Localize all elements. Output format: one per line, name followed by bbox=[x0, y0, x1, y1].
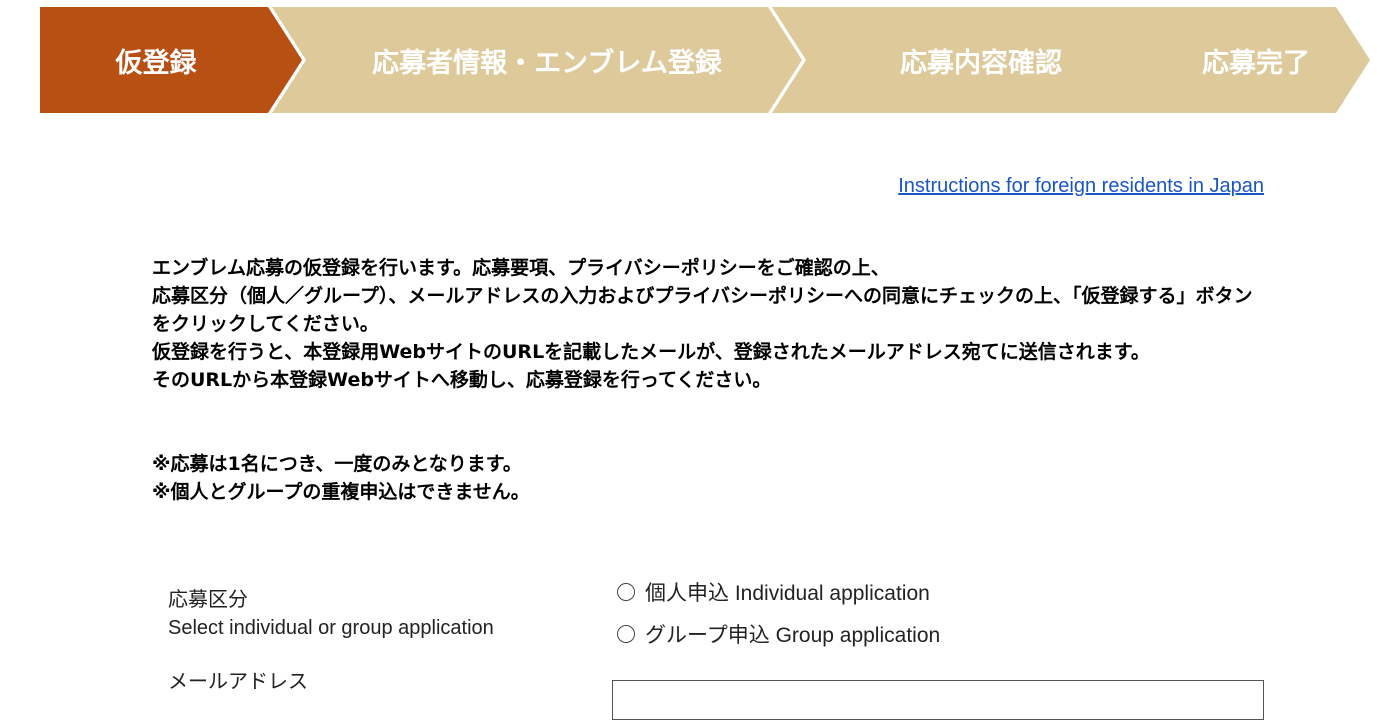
note-line: ※応募は1名につき、一度のみとなります。 bbox=[152, 453, 522, 475]
radio-group[interactable]: グループ申込 Group application bbox=[617, 619, 940, 649]
step-label: 応募内容確認 bbox=[900, 47, 1062, 79]
foreign-residents-link[interactable]: Instructions for foreign residents in Ja… bbox=[898, 175, 1264, 198]
step-label: 応募完了 bbox=[1202, 47, 1310, 79]
progress-steps: 仮登録 応募者情報・エンブレム登録 応募内容確認 応募完了 bbox=[40, 7, 1370, 113]
intro-line: 応募区分（個人／グループ）、メールアドレスの入力およびプライバシーポリシーへの同… bbox=[152, 285, 1253, 335]
radio-button[interactable] bbox=[617, 583, 635, 601]
application-type-label-en: Select individual or group application bbox=[168, 617, 494, 639]
email-label: メールアドレス bbox=[168, 671, 308, 693]
step-complete: 応募完了 bbox=[1122, 7, 1370, 113]
radio-label[interactable]: 個人申込 Individual application bbox=[645, 577, 930, 607]
step-confirm: 応募内容確認 bbox=[772, 7, 1170, 113]
email-input[interactable] bbox=[612, 680, 1264, 720]
step-label: 応募者情報・エンブレム登録 bbox=[372, 47, 722, 79]
step-provisional-registration: 仮登録 bbox=[40, 7, 302, 113]
radio-individual[interactable]: 個人申込 Individual application bbox=[617, 577, 930, 607]
radio-label[interactable]: グループ申込 Group application bbox=[645, 619, 940, 649]
intro-line: エンブレム応募の仮登録を行います。応募要項、プライバシーポリシーをご確認の上、 bbox=[152, 257, 890, 279]
intro-line: そのURLから本登録Webサイトへ移動し、応募登録を行ってください。 bbox=[152, 369, 772, 391]
step-applicant-info: 応募者情報・エンブレム登録 bbox=[272, 7, 802, 113]
step-label: 仮登録 bbox=[115, 47, 197, 79]
intro-line: 仮登録を行うと、本登録用WebサイトのURLを記載したメールが、登録されたメール… bbox=[152, 341, 1150, 363]
application-type-label: 応募区分 Select individual or group applicat… bbox=[168, 586, 494, 642]
radio-button[interactable] bbox=[617, 625, 635, 643]
notes: ※応募は1名につき、一度のみとなります。 ※個人とグループの重複申込はできません… bbox=[152, 450, 1262, 506]
application-type-label-ja: 応募区分 bbox=[168, 589, 248, 611]
intro-text: エンブレム応募の仮登録を行います。応募要項、プライバシーポリシーをご確認の上、 … bbox=[152, 254, 1262, 394]
note-line: ※個人とグループの重複申込はできません。 bbox=[152, 481, 530, 503]
